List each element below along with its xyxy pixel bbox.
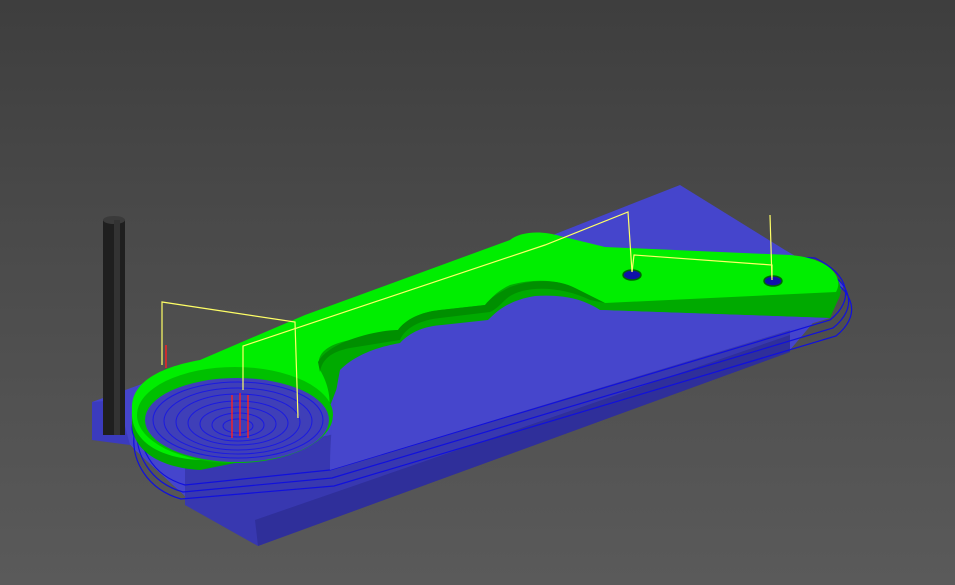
3d-viewport[interactable] bbox=[0, 0, 955, 585]
small-hole-2 bbox=[763, 275, 783, 287]
end-mill-tool bbox=[103, 216, 125, 435]
cam-simulation-scene[interactable] bbox=[0, 0, 955, 585]
